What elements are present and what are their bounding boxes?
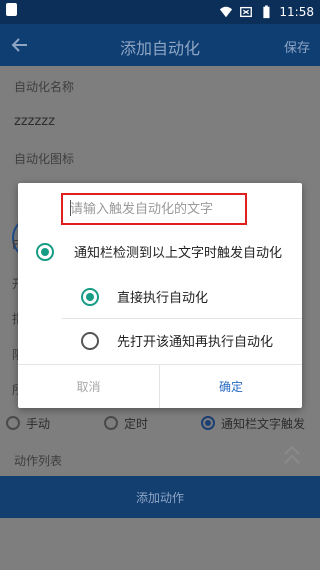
page-title: 添加自动化 <box>119 39 200 58</box>
option-notification-detect-label: 通知栏检测到以上文字时触发自动化 <box>74 246 283 261</box>
name-label: 自动化名称 <box>14 80 75 94</box>
text-cursor <box>70 200 71 216</box>
app-bar: 添加自动化 保存 <box>0 24 320 66</box>
trigger-type-group: 手动 定时 通知栏文字触发 <box>0 410 320 436</box>
radio-direct-execute[interactable] <box>81 287 99 306</box>
option-open-first[interactable]: 先打开该通知再执行自动化 <box>81 331 273 350</box>
radio-scheduled[interactable] <box>104 416 118 430</box>
trigger-text-dialog: 通知栏检测到以上文字时触发自动化 直接执行自动化 先打开该通知再执行自动化 取消… <box>18 183 302 408</box>
double-chevron-up-icon[interactable] <box>282 444 302 466</box>
icon-label: 自动化图标 <box>14 152 75 166</box>
wifi-icon <box>220 6 233 18</box>
status-icons: 11:58 <box>219 0 314 24</box>
cell-signal-icon <box>240 6 253 18</box>
trigger-notification-label: 通知栏文字触发 <box>221 416 306 431</box>
trigger-notification-option[interactable]: 通知栏文字触发 <box>201 415 305 432</box>
radio-notification[interactable] <box>201 416 215 430</box>
option-notification-detect[interactable]: 通知栏检测到以上文字时触发自动化 <box>36 242 282 261</box>
add-action-button[interactable]: 添加动作 <box>0 476 320 518</box>
battery-icon <box>263 5 270 19</box>
save-button[interactable]: 保存 <box>284 37 310 56</box>
name-field[interactable]: zzzzzz <box>14 114 55 129</box>
trigger-manual-option[interactable]: 手动 <box>6 415 50 432</box>
trigger-text-input[interactable] <box>61 193 247 225</box>
notification-icon <box>6 3 17 16</box>
option-direct-execute[interactable]: 直接执行自动化 <box>81 287 208 306</box>
status-bar: 11:58 <box>0 0 320 24</box>
confirm-button[interactable]: 确定 <box>160 365 302 408</box>
trigger-manual-label: 手动 <box>26 416 51 431</box>
actions-list-label: 动作列表 <box>14 454 63 468</box>
radio-notification-detect[interactable] <box>36 242 54 261</box>
option-open-first-label: 先打开该通知再执行自动化 <box>117 335 274 350</box>
status-time: 11:58 <box>279 5 314 19</box>
trigger-scheduled-option[interactable]: 定时 <box>104 415 148 432</box>
cancel-button[interactable]: 取消 <box>18 365 159 408</box>
divider <box>62 318 302 319</box>
trigger-scheduled-label: 定时 <box>124 416 149 431</box>
radio-manual[interactable] <box>6 416 20 430</box>
radio-open-first[interactable] <box>81 331 99 350</box>
option-direct-execute-label: 直接执行自动化 <box>117 291 209 306</box>
